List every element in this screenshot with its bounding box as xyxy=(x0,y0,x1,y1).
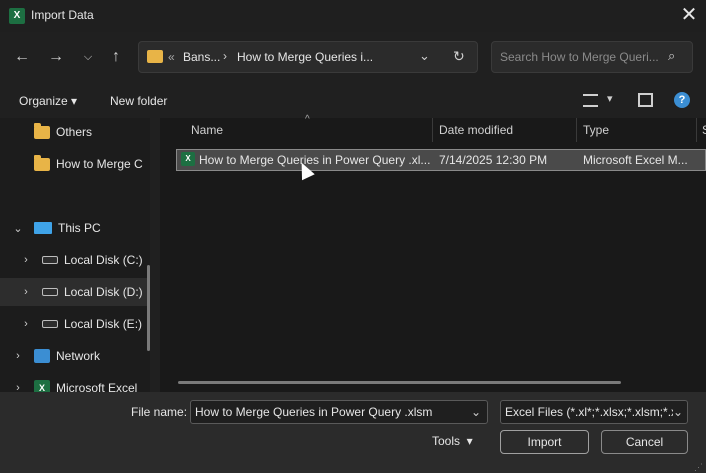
breadcrumb-item[interactable]: Bans... xyxy=(183,50,220,64)
nav-item-others[interactable]: Others xyxy=(34,118,92,146)
back-button[interactable]: ← xyxy=(10,45,34,69)
filename-input[interactable]: How to Merge Queries in Power Query .xls… xyxy=(190,400,488,424)
file-type-filter[interactable]: Excel Files (*.xl*;*.xlsx;*.xlsm;*.xl ⌄ xyxy=(500,400,688,424)
chevron-down-icon[interactable]: ⌄ xyxy=(419,48,430,64)
new-folder-button[interactable]: New folder xyxy=(110,94,167,108)
dialog-footer: File name: How to Merge Queries in Power… xyxy=(0,392,706,473)
arrow-left-icon: ← xyxy=(14,48,30,65)
arrow-up-icon: ↑ xyxy=(112,48,120,65)
chevron-down-icon: ⌵ xyxy=(83,51,93,63)
column-header-size[interactable]: S xyxy=(702,118,706,142)
chevron-right-icon: › xyxy=(223,49,227,63)
search-box[interactable]: Search How to Merge Queri... ⌕ xyxy=(491,41,693,73)
excel-file-icon: X xyxy=(181,152,195,166)
column-divider[interactable] xyxy=(432,118,433,142)
nav-item-local-disk-d[interactable]: › Local Disk (D:) xyxy=(0,278,150,306)
forward-button[interactable]: → xyxy=(44,45,68,69)
title-bar: X Import Data ✕ xyxy=(0,0,706,32)
view-list-icon[interactable] xyxy=(583,94,598,107)
chevron-right-icon[interactable]: › xyxy=(18,318,34,330)
file-date: 7/14/2025 12:30 PM xyxy=(439,153,548,167)
computer-icon xyxy=(34,222,52,234)
column-header-type[interactable]: Type xyxy=(583,118,609,142)
chevron-down-icon: ⌄ xyxy=(672,401,683,423)
nav-item-network[interactable]: › Network xyxy=(10,342,100,370)
close-icon: ✕ xyxy=(680,4,698,26)
breadcrumb-item[interactable]: How to Merge Queries i... xyxy=(237,50,373,64)
folder-icon xyxy=(34,122,50,139)
close-button[interactable]: ✕ xyxy=(676,4,702,28)
folder-icon xyxy=(34,154,50,171)
preview-pane-icon[interactable] xyxy=(638,93,653,107)
chevron-down-icon[interactable]: ⌄ xyxy=(471,401,481,423)
file-type: Microsoft Excel M... xyxy=(583,153,688,167)
cancel-button[interactable]: Cancel xyxy=(601,430,688,454)
arrow-right-icon: → xyxy=(48,48,64,65)
import-button[interactable]: Import xyxy=(500,430,589,454)
nav-scrollbar[interactable] xyxy=(147,265,150,351)
address-bar[interactable]: « Bans... › How to Merge Queries i... ⌄ … xyxy=(138,41,478,73)
recent-locations-button[interactable]: ⌵ xyxy=(76,45,100,69)
file-name: How to Merge Queries in Power Query .xl.… xyxy=(199,153,431,167)
refresh-icon[interactable]: ↻ xyxy=(453,48,465,65)
column-divider[interactable] xyxy=(696,118,697,142)
table-row[interactable]: X How to Merge Queries in Power Query .x… xyxy=(176,149,706,171)
nav-item-this-pc[interactable]: ⌄ This PC xyxy=(10,214,100,242)
column-divider[interactable] xyxy=(576,118,577,142)
sort-ascending-icon: ^ xyxy=(305,114,310,125)
navigation-pane: Others How to Merge C ⌄ This PC › Local … xyxy=(0,118,150,392)
breadcrumb-overflow[interactable]: « xyxy=(168,50,175,64)
nav-item-microsoft-excel[interactable]: › X Microsoft Excel xyxy=(10,374,137,392)
column-header-name[interactable]: Name xyxy=(191,118,223,142)
chevron-right-icon[interactable]: › xyxy=(10,350,26,362)
excel-icon: X xyxy=(9,8,25,24)
view-options-chevron-icon[interactable]: ▾ xyxy=(607,92,613,105)
chevron-right-icon[interactable]: › xyxy=(18,254,34,266)
folder-icon xyxy=(147,50,163,63)
nav-item-local-disk-c[interactable]: › Local Disk (C:) xyxy=(18,246,143,274)
search-icon: ⌕ xyxy=(668,48,676,63)
horizontal-scrollbar[interactable] xyxy=(178,381,621,384)
search-placeholder: Search How to Merge Queri... xyxy=(500,50,659,64)
tools-button[interactable]: Tools ▾ xyxy=(432,434,473,448)
filename-label: File name: xyxy=(131,405,188,419)
window-title: Import Data xyxy=(31,8,94,22)
drive-icon xyxy=(42,320,58,328)
drive-icon xyxy=(42,256,58,264)
network-icon xyxy=(34,349,50,363)
drive-icon xyxy=(42,288,58,296)
excel-icon: X xyxy=(34,380,50,392)
chevron-down-icon[interactable]: ⌄ xyxy=(10,222,26,235)
organize-button[interactable]: Organize ▾ xyxy=(19,94,77,108)
resize-grip-icon[interactable]: ⋰ xyxy=(694,462,703,473)
chevron-right-icon[interactable]: › xyxy=(18,286,34,298)
up-button[interactable]: ↑ xyxy=(104,45,128,69)
nav-item-local-disk-e[interactable]: › Local Disk (E:) xyxy=(18,310,142,338)
chevron-right-icon[interactable]: › xyxy=(10,382,26,392)
help-icon[interactable]: ? xyxy=(674,92,690,108)
toolbar: Organize ▾ New folder ▾ ? xyxy=(0,86,706,116)
column-header-date[interactable]: Date modified xyxy=(439,118,513,142)
nav-item-how-to-merge[interactable]: How to Merge C xyxy=(34,150,143,178)
